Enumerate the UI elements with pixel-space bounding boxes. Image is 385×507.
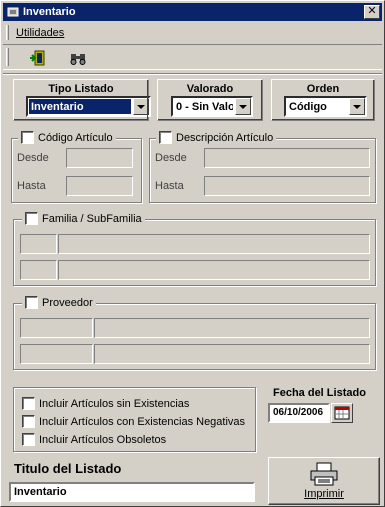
sin-existencias-checkbox[interactable] [22, 397, 35, 410]
titulo-label: Titulo del Listado [14, 461, 122, 476]
familia-checkbox[interactable] [25, 212, 38, 225]
calendar-icon [334, 406, 350, 420]
descripcion-desde-label: Desde [155, 152, 187, 164]
toolbar-grip [6, 48, 9, 66]
existencias-negativas-checkbox[interactable] [22, 415, 35, 428]
tipo-listado-label: Tipo Listado [48, 83, 114, 95]
proveedor-hasta-desc-input[interactable] [94, 344, 370, 364]
codigo-desde-input[interactable] [66, 148, 133, 168]
proveedor-checkbox[interactable] [25, 296, 38, 309]
descripcion-desde-input[interactable] [204, 148, 370, 168]
menu-grip [6, 25, 9, 40]
codigo-articulo-legend: Código Artículo [18, 131, 116, 144]
toolbar-separator [3, 73, 382, 75]
orden-panel: Orden Código [271, 79, 375, 121]
titulo-input[interactable]: Inventario [9, 482, 255, 502]
inventario-window: Inventario ✕ Utilidades Tipo Listado Inv… [0, 0, 385, 507]
proveedor-label: Proveedor [42, 296, 93, 309]
orden-select[interactable]: Código [284, 96, 367, 117]
existencias-negativas-option[interactable]: Incluir Artículos con Existencias Negati… [22, 415, 245, 428]
exit-door-icon [30, 50, 45, 66]
app-icon [6, 5, 20, 19]
menu-bar: Utilidades [3, 23, 382, 42]
binoculars-icon [70, 54, 86, 65]
tipo-listado-panel: Tipo Listado Inventario [13, 79, 151, 121]
print-button[interactable]: Imprimir [268, 457, 380, 505]
codigo-hasta-label: Hasta [17, 180, 46, 192]
printer-icon [310, 462, 338, 486]
codigo-articulo-label: Código Artículo [38, 131, 113, 144]
tipo-listado-value: Inventario [29, 99, 131, 114]
descripcion-hasta-label: Hasta [155, 180, 184, 192]
descripcion-articulo-group: Descripción Artículo Desde Hasta [149, 131, 376, 203]
familia-group: Familia / SubFamilia [13, 212, 376, 286]
dropdown-button[interactable] [349, 98, 365, 115]
window-title: Inventario [23, 6, 76, 18]
toolbar [3, 44, 382, 70]
chevron-down-icon [137, 104, 145, 109]
codigo-hasta-input[interactable] [66, 176, 133, 196]
proveedor-group: Proveedor [13, 296, 376, 370]
subfamilia-code-input[interactable] [20, 260, 57, 280]
codigo-desde-label: Desde [17, 152, 49, 164]
sin-existencias-option[interactable]: Incluir Artículos sin Existencias [22, 397, 189, 410]
existencias-negativas-label: Incluir Artículos con Existencias Negati… [39, 415, 246, 428]
dropdown-button[interactable] [133, 98, 149, 115]
tipo-listado-select[interactable]: Inventario [26, 96, 151, 117]
calendar-button[interactable] [331, 403, 353, 423]
descripcion-articulo-label: Descripción Artículo [176, 131, 274, 144]
obsoletos-checkbox[interactable] [22, 433, 35, 446]
codigo-articulo-checkbox[interactable] [21, 131, 34, 144]
subfamilia-desc-input[interactable] [58, 260, 370, 280]
proveedor-legend: Proveedor [22, 296, 96, 309]
obsoletos-label: Incluir Artículos Obsoletos [39, 433, 167, 446]
search-button[interactable] [67, 48, 89, 68]
fecha-input[interactable]: 06/10/2006 [268, 403, 330, 423]
close-button[interactable]: ✕ [364, 5, 380, 19]
obsoletos-option[interactable]: Incluir Artículos Obsoletos [22, 433, 166, 446]
familia-legend: Familia / SubFamilia [22, 212, 145, 225]
valorado-value: 0 - Sin Valor [176, 101, 233, 113]
options-group: Incluir Artículos sin Existencias Inclui… [13, 387, 256, 452]
orden-label: Orden [306, 83, 340, 95]
codigo-articulo-group: Código Artículo Desde Hasta [11, 131, 142, 203]
close-icon: ✕ [367, 5, 377, 17]
proveedor-desde-desc-input[interactable] [94, 318, 370, 338]
valorado-panel: Valorado 0 - Sin Valor [157, 79, 263, 121]
valorado-select[interactable]: 0 - Sin Valor [171, 96, 253, 117]
valorado-label: Valorado [186, 83, 234, 95]
sin-existencias-label: Incluir Artículos sin Existencias [39, 397, 190, 410]
descripcion-articulo-legend: Descripción Artículo [156, 131, 277, 144]
chevron-down-icon [239, 104, 247, 109]
descripcion-hasta-input[interactable] [204, 176, 370, 196]
familia-desc-input[interactable] [58, 234, 370, 254]
familia-code-input[interactable] [20, 234, 57, 254]
exit-button[interactable] [27, 48, 49, 68]
menu-utilidades-label: Utilidades [16, 26, 65, 39]
fecha-label: Fecha del Listado [273, 387, 366, 399]
proveedor-desde-code-input[interactable] [20, 318, 93, 338]
print-label: Imprimir [304, 488, 344, 500]
fecha-label-text: Fecha del Listado [273, 387, 366, 399]
dropdown-button[interactable] [235, 98, 251, 115]
descripcion-articulo-checkbox[interactable] [159, 131, 172, 144]
proveedor-hasta-code-input[interactable] [20, 344, 93, 364]
orden-value: Código [289, 101, 327, 113]
familia-label: Familia / SubFamilia [42, 212, 142, 225]
menu-utilidades[interactable]: Utilidades [13, 27, 67, 39]
title-bar[interactable]: Inventario ✕ [3, 3, 382, 21]
chevron-down-icon [353, 104, 361, 109]
